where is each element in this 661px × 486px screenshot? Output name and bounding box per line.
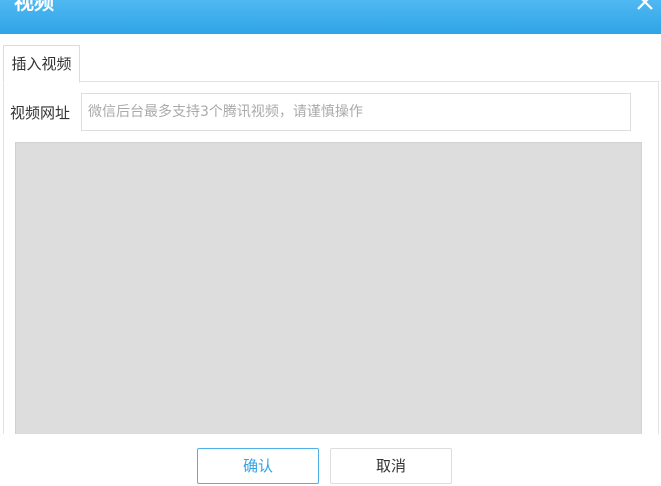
confirm-button[interactable]: 确认 [197, 448, 319, 484]
video-preview-area [15, 142, 642, 434]
close-icon[interactable] [633, 0, 657, 14]
dialog-footer: 确认 取消 [0, 434, 661, 486]
cancel-button[interactable]: 取消 [330, 448, 452, 484]
video-dialog: 视频 插入视频 视频网址 确认 取消 [0, 0, 661, 486]
dialog-title: 视频 [14, 0, 54, 14]
tab-insert-video[interactable]: 插入视频 [3, 45, 80, 83]
video-url-input[interactable] [81, 93, 631, 131]
tab-panel: 视频网址 [3, 81, 659, 435]
dialog-titlebar[interactable]: 视频 [0, 0, 661, 34]
video-url-label: 视频网址 [10, 104, 71, 122]
